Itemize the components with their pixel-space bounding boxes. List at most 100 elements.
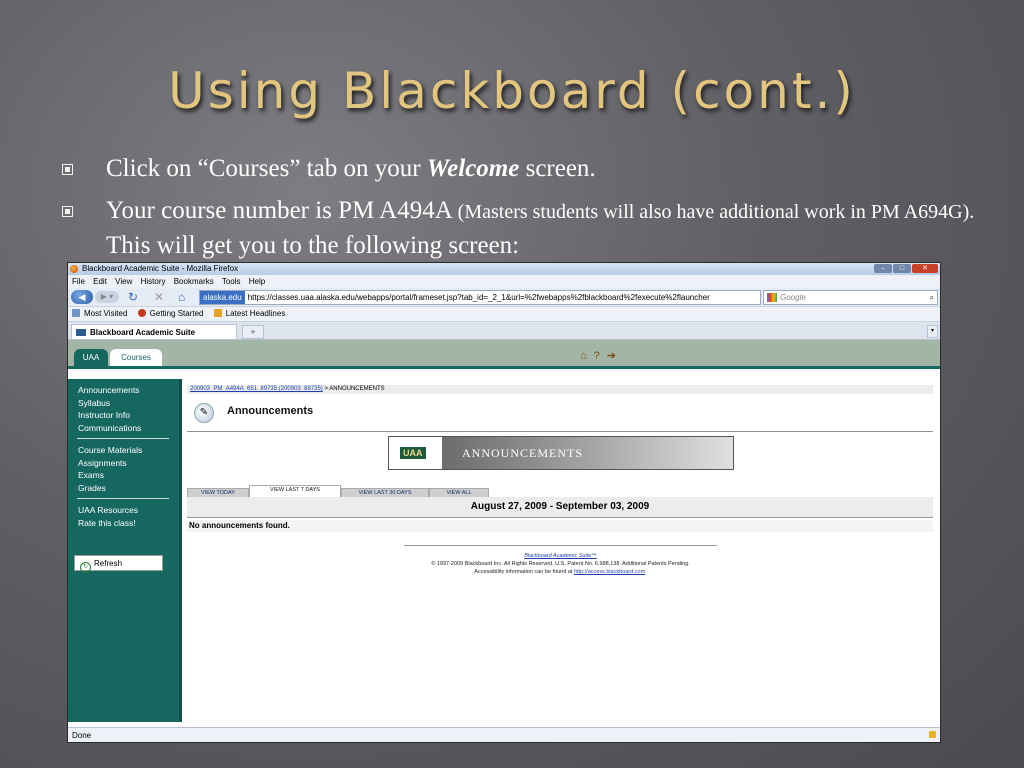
navigation-toolbar: ◀ ▶ ▾ ↻ ✕ ⌂ alaska.edu https://classes.ua… (68, 288, 940, 307)
tab-uaa[interactable]: UAA (74, 349, 108, 366)
date-range: August 27, 2009 - September 03, 2009 (187, 497, 933, 518)
uaa-logo-text: UAA (400, 447, 426, 459)
uaa-logo: UAA (389, 437, 442, 469)
refresh-icon: ↻ (80, 562, 91, 573)
home-icon[interactable]: ⌂ (178, 290, 185, 304)
sidebar-divider (77, 498, 169, 499)
breadcrumb: 200903_PM_A494A_651_89735 (200903_89735)… (187, 385, 933, 394)
firefox-icon (70, 265, 78, 273)
footer-accessibility: Accessibility information can be found a… (404, 568, 717, 576)
search-icon[interactable]: ⌕ (930, 291, 934, 304)
help-icon[interactable]: ? (594, 350, 600, 362)
announcements-banner: UAA ANNOUNCEMENTS (388, 436, 734, 470)
slide-title: Using Blackboard (cont.) (168, 62, 856, 120)
bookmark-latest-headlines[interactable]: Latest Headlines (213, 309, 290, 318)
logout-icon[interactable]: ➔ (607, 350, 616, 362)
refresh-label: Refresh (94, 559, 123, 568)
browser-tab-strip: Blackboard Academic Suite + ▾ (68, 322, 940, 340)
sidebar-item-course-materials[interactable]: Course Materials (78, 444, 179, 457)
home-icon[interactable]: ⌂ (580, 350, 587, 362)
close-button[interactable]: ✕ (912, 264, 938, 273)
breadcrumb-current: > ANNOUNCEMENTS (322, 386, 385, 392)
browser-tab-label: Blackboard Academic Suite (90, 328, 196, 337)
course-menu: Announcements Syllabus Instructor Info C… (68, 379, 182, 722)
sidebar-item-grades[interactable]: Grades (78, 482, 179, 495)
bullet-1-text: Click on “Courses” tab on your (106, 155, 427, 182)
bullet-marker-icon (62, 164, 73, 175)
getting-started-icon (137, 309, 146, 317)
footer-accessibility-text: Accessibility information can be found a… (474, 569, 574, 575)
menu-bar: File Edit View History Bookmarks Tools H… (68, 275, 940, 288)
address-bar[interactable]: alaska.edu https://classes.uaa.alaska.edu… (199, 290, 761, 305)
content-frame: 200903_PM_A494A_651_89735 (200903_89735)… (187, 369, 933, 722)
maximize-button[interactable]: □ (893, 264, 911, 273)
sidebar-item-syllabus[interactable]: Syllabus (78, 397, 179, 410)
tab-list-button[interactable]: ▾ (927, 325, 938, 338)
bookmark-label: Most Visited (84, 309, 128, 318)
menu-edit[interactable]: Edit (93, 277, 107, 286)
bullet-2-text: Your course number is PM A494A (106, 197, 458, 224)
bullet-1: Click on “Courses” tab on your Welcome s… (60, 152, 990, 186)
bullet-1-emphasis: Welcome (426, 155, 520, 182)
sidebar-item-assignments[interactable]: Assignments (78, 457, 179, 470)
sidebar-item-announcements[interactable]: Announcements (78, 384, 179, 397)
bullet-2-text-end: This will get you to the following scree… (106, 232, 520, 259)
sidebar-item-instructor-info[interactable]: Instructor Info (78, 409, 179, 422)
sidebar-item-exams[interactable]: Exams (78, 469, 179, 482)
stop-icon[interactable]: ✕ (154, 290, 164, 304)
bullet-marker-icon (62, 206, 73, 217)
status-bar: Done (68, 727, 940, 742)
new-tab-button[interactable]: + (242, 325, 264, 339)
sidebar-item-uaa-resources[interactable]: UAA Resources (78, 504, 179, 517)
blackboard-header: UAA Courses ⌂ ? ➔ (68, 340, 940, 369)
footer-copyright: © 1997-2009 Blackboard Inc. All Rights R… (431, 561, 690, 567)
bullet-2-note: (Masters students will also have additio… (457, 201, 975, 223)
menu-file[interactable]: File (72, 277, 85, 286)
url-text: https://classes.uaa.alaska.edu/webapps/p… (247, 293, 710, 302)
sidebar-item-rate-this-class[interactable]: Rate this class! (78, 517, 179, 530)
bullet-1-text-end: screen. (519, 155, 596, 182)
sidebar-divider (77, 438, 169, 439)
bookmark-getting-started[interactable]: Getting Started (137, 309, 208, 318)
reload-icon[interactable]: ↻ (128, 290, 138, 304)
bookmark-label: Latest Headlines (225, 309, 286, 318)
tab-courses[interactable]: Courses (110, 349, 162, 366)
rss-feed-icon (213, 309, 222, 317)
bullet-list: Click on “Courses” tab on your Welcome s… (60, 152, 990, 263)
browser-tab-blackboard[interactable]: Blackboard Academic Suite (71, 324, 237, 339)
minimize-button[interactable]: – (874, 264, 892, 273)
footer-period: . (645, 569, 647, 575)
menu-history[interactable]: History (141, 277, 166, 286)
page-title: Announcements (227, 405, 314, 417)
bookmarks-toolbar: Most Visited Getting Started Latest Head… (68, 307, 940, 322)
menu-tools[interactable]: Tools (222, 277, 241, 286)
forward-button[interactable]: ▶ ▾ (95, 291, 119, 303)
most-visited-icon (72, 309, 80, 317)
sidebar-item-communications[interactable]: Communications (78, 422, 179, 435)
empty-state-message: No announcements found. (187, 520, 933, 532)
bullet-2: Your course number is PM A494A (Masters … (60, 194, 990, 263)
lock-icon[interactable] (929, 731, 936, 738)
window-title: Blackboard Academic Suite - Mozilla Fire… (82, 264, 239, 273)
announcements-icon: ✎ (194, 403, 214, 423)
bookmark-most-visited[interactable]: Most Visited (72, 309, 131, 318)
menu-bookmarks[interactable]: Bookmarks (174, 277, 214, 286)
search-input[interactable]: Google ⌕ (763, 290, 938, 305)
menu-view[interactable]: View (115, 277, 132, 286)
refresh-button[interactable]: ↻ Refresh (74, 555, 163, 573)
heading-divider (187, 431, 933, 432)
back-button[interactable]: ◀ (71, 290, 93, 304)
status-text: Done (72, 731, 92, 740)
window-titlebar: Blackboard Academic Suite - Mozilla Fire… (68, 263, 940, 275)
browser-window: Blackboard Academic Suite - Mozilla Fire… (67, 262, 941, 743)
breadcrumb-course-link[interactable]: 200903_PM_A494A_651_89735 (200903_89735) (190, 386, 323, 392)
blackboard-favicon (76, 329, 86, 336)
accessibility-link[interactable]: http://access.blackboard.com (574, 569, 645, 575)
search-placeholder: Google (780, 293, 806, 302)
site-identity-badge[interactable]: alaska.edu (200, 291, 245, 304)
view-tabs: VIEW TODAY VIEW LAST 7 DAYS VIEW LAST 30… (187, 485, 933, 498)
footer-product-link[interactable]: Blackboard Academic Suite™ (404, 552, 717, 560)
banner-title: ANNOUNCEMENTS (462, 446, 583, 460)
menu-help[interactable]: Help (249, 277, 265, 286)
page-footer: Blackboard Academic Suite™ © 1997-2009 B… (404, 545, 717, 576)
